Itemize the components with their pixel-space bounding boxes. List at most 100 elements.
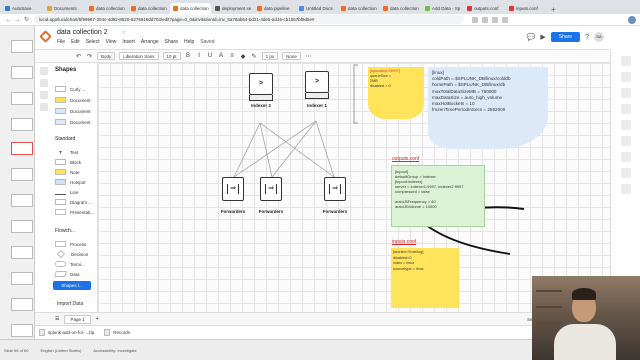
- page-settings-icon[interactable]: [621, 72, 631, 82]
- accessibility-status[interactable]: Accessibility: Investigate: [93, 348, 136, 353]
- slide-thumbnail-selected[interactable]: [11, 142, 33, 155]
- italic-icon[interactable]: I: [196, 53, 203, 59]
- share-button[interactable]: Share: [550, 32, 581, 42]
- forward-icon[interactable]: →: [13, 17, 22, 23]
- shape-diagram[interactable]: Diagram ...: [55, 199, 92, 205]
- page-list-icon[interactable]: ☰: [55, 316, 59, 322]
- collaborators-icon[interactable]: [621, 184, 631, 194]
- menu-edit[interactable]: Edit: [71, 39, 80, 45]
- slide-thumbnail[interactable]: [11, 168, 33, 181]
- browser-tab[interactable]: Add Data - Sp: [422, 3, 463, 14]
- shape-line[interactable]: Line: [55, 189, 79, 195]
- font-size-dropdown[interactable]: 10 pt: [162, 52, 181, 60]
- shape-decision[interactable]: Decision: [55, 249, 88, 259]
- add-page-icon[interactable]: +: [96, 316, 99, 322]
- section-standard[interactable]: Standard: [55, 136, 75, 142]
- browser-tab[interactable]: Untitled Docs: [296, 3, 337, 14]
- browser-tab[interactable]: Documents: [44, 3, 85, 14]
- menu-select[interactable]: Select: [86, 39, 100, 45]
- shape-presentation[interactable]: Presentati...: [55, 209, 94, 215]
- document-title[interactable]: data collection 2: [57, 29, 108, 36]
- slide-thumbnail[interactable]: [11, 66, 33, 79]
- menu-share[interactable]: Share: [165, 39, 178, 45]
- comments-panel-icon[interactable]: [40, 103, 48, 111]
- style-dropdown[interactable]: Body: [97, 52, 116, 60]
- download-item[interactable]: splunk-add-on-for-...zip: [39, 329, 94, 336]
- underline-icon[interactable]: U: [207, 53, 214, 59]
- menu-insert[interactable]: Insert: [122, 39, 135, 45]
- user-avatar[interactable]: SA: [594, 32, 604, 42]
- shape-hotspot[interactable]: Hotspot: [55, 179, 86, 185]
- extension-icon[interactable]: [502, 16, 508, 23]
- extension-icon[interactable]: [472, 16, 478, 23]
- slide-thumbnail[interactable]: [11, 324, 33, 337]
- font-dropdown[interactable]: Liberation Sans: [119, 52, 159, 60]
- inputs-monitor-note[interactable]: [monitor:///var/log] disabled=0 index = …: [391, 248, 459, 308]
- layers-icon[interactable]: [621, 152, 631, 162]
- shape-library-button[interactable]: Shapes l...: [53, 281, 91, 290]
- layers-icon[interactable]: [40, 91, 48, 99]
- lucid-logo-icon[interactable]: [39, 30, 52, 43]
- browser-tab[interactable]: data collection: [170, 3, 211, 14]
- inputs-config-note[interactable]: [splunktcp://9997] queueSize = 2MB disab…: [368, 67, 424, 119]
- browser-tab[interactable]: data collection: [380, 3, 421, 14]
- menu-arrange[interactable]: Arrange: [141, 39, 159, 45]
- outputs-config-box[interactable]: [tcpout] defaultGroup = indexer [tcpout:…: [391, 165, 485, 227]
- download-item[interactable]: Records: [104, 329, 130, 336]
- browser-tab[interactable]: data collection: [338, 3, 379, 14]
- menu-help[interactable]: Help: [184, 39, 194, 45]
- shape-data[interactable]: Data: [54, 271, 80, 277]
- forwarder-server-icon[interactable]: ⇒: [260, 177, 282, 201]
- back-icon[interactable]: ←: [4, 17, 13, 23]
- shape-note[interactable]: Note: [55, 169, 80, 175]
- new-tab-button[interactable]: +: [548, 5, 559, 14]
- shape-text[interactable]: T Text: [55, 149, 78, 156]
- recent-shape[interactable]: Document: [55, 108, 91, 114]
- undo-icon[interactable]: ↶: [75, 53, 82, 60]
- browser-tab[interactable]: data collection: [128, 3, 169, 14]
- browser-tab[interactable]: outputs.conf: [464, 3, 505, 14]
- arrow-style-dropdown[interactable]: None: [282, 52, 301, 60]
- menu-file[interactable]: File: [57, 39, 65, 45]
- url-input[interactable]: lucid.app/lucidchart/5f99967-304c-4d92-8…: [34, 15, 464, 24]
- slide-thumbnail[interactable]: [11, 272, 33, 285]
- slide-thumbnail[interactable]: [11, 220, 33, 233]
- text-color-icon[interactable]: A: [218, 53, 225, 59]
- menu-view[interactable]: View: [106, 39, 117, 45]
- browser-tab[interactable]: AutoSave: [2, 3, 43, 14]
- data-icon[interactable]: [621, 136, 631, 146]
- bold-icon[interactable]: B: [185, 53, 192, 59]
- browser-tab[interactable]: inputs.conf: [506, 3, 547, 14]
- extension-icon[interactable]: [492, 16, 498, 23]
- browser-tab[interactable]: data pipeline: [254, 3, 295, 14]
- shape-options-icon[interactable]: [621, 56, 631, 66]
- slide-thumbnail[interactable]: [11, 118, 33, 131]
- help-icon[interactable]: ?: [585, 34, 589, 41]
- profile-avatar[interactable]: [628, 15, 636, 24]
- indexes-config-note[interactable]: [linux] coldPath = $SPLUNK_DB/linux/cold…: [428, 67, 548, 149]
- present-icon[interactable]: ▶: [540, 33, 545, 41]
- comments-icon[interactable]: [621, 104, 631, 114]
- fill-icon[interactable]: ◆: [240, 53, 247, 60]
- recent-shape[interactable]: Document: [55, 119, 91, 125]
- slide-thumbnail[interactable]: [11, 194, 33, 207]
- recent-shape[interactable]: Curly ...: [55, 86, 86, 92]
- slide-thumbnail[interactable]: [11, 246, 33, 259]
- indexer-server-icon[interactable]: >: [249, 73, 273, 95]
- recent-shape[interactable]: Document: [55, 97, 91, 103]
- line-width-dropdown[interactable]: 1 px: [261, 52, 279, 60]
- browser-tab[interactable]: data collection: [86, 3, 127, 14]
- forwarder-server-icon[interactable]: ⇒: [222, 177, 244, 201]
- extension-icon[interactable]: [482, 16, 488, 23]
- comments-icon[interactable]: 💬: [527, 33, 536, 41]
- import-data-link[interactable]: Import Data: [57, 301, 83, 307]
- line-color-icon[interactable]: ✎: [251, 53, 258, 60]
- reload-icon[interactable]: ↻: [22, 16, 31, 23]
- templates-icon[interactable]: [40, 79, 48, 87]
- page-tab[interactable]: Page 1: [64, 314, 91, 324]
- diagram-canvas[interactable]: > Indexer 2 > Indexer 1 ⇒ Forwarders ⇒ F…: [98, 63, 610, 312]
- shape-process[interactable]: Process: [55, 241, 86, 247]
- browser-tab[interactable]: deployment se: [212, 3, 253, 14]
- redo-icon[interactable]: ↷: [86, 53, 93, 60]
- history-icon[interactable]: [621, 120, 631, 130]
